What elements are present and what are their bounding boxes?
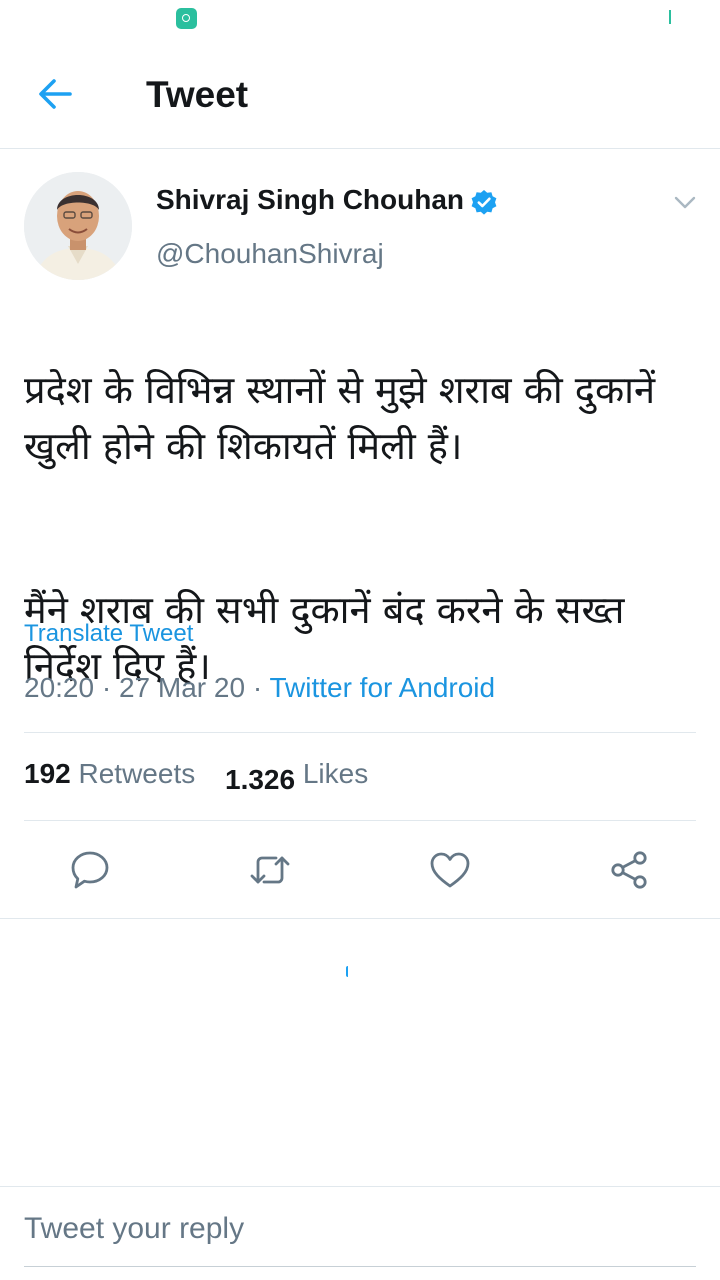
avatar-photo: [24, 172, 132, 280]
translate-tweet-link[interactable]: Translate Tweet: [24, 620, 193, 648]
reply-bar-divider: [0, 1186, 720, 1187]
top-app-bar: Tweet: [0, 40, 720, 149]
tweet-options-button[interactable]: [670, 188, 700, 216]
section-divider: [0, 918, 720, 919]
divider: [24, 732, 696, 733]
retweets-stat[interactable]: 192 Retweets: [24, 758, 195, 790]
retweets-count: 192: [24, 758, 71, 789]
reply-icon: [71, 851, 109, 889]
reply-input[interactable]: Tweet your reply: [24, 1212, 244, 1246]
tweet-source-link[interactable]: Twitter for Android: [269, 672, 495, 703]
author-name[interactable]: Shivraj Singh Chouhan: [156, 184, 464, 216]
tweet-action-bar: [0, 840, 720, 900]
avatar[interactable]: [24, 172, 132, 280]
like-button[interactable]: [428, 848, 472, 892]
author-handle[interactable]: @ChouhanShivraj: [156, 238, 384, 270]
like-icon: [430, 852, 470, 888]
back-arrow-icon: [39, 79, 72, 109]
retweets-label: Retweets: [78, 758, 196, 789]
likes-count: 1.326: [225, 764, 296, 795]
tweet-paragraph: प्रदेश के विभिन्न स्थानों से मुझे शराब क…: [24, 368, 656, 468]
chevron-down-icon: [674, 196, 696, 209]
signal-tick-icon: [669, 10, 671, 24]
share-button[interactable]: [608, 848, 652, 892]
likes-label: Likes: [302, 758, 369, 789]
status-bar: [0, 0, 720, 40]
back-button[interactable]: [30, 70, 82, 118]
tweet-date: 27 Mar 20: [118, 672, 246, 703]
meta-separator: ·: [101, 672, 112, 703]
verified-badge-icon: [471, 190, 497, 215]
meta-separator: ·: [252, 672, 263, 703]
page-title: Tweet: [146, 74, 249, 115]
tweet-detail-screen: Tweet Shivraj Singh Chouhan @ChouhanShiv…: [0, 0, 720, 1280]
share-icon: [611, 851, 647, 889]
tweet-time: 20:20: [24, 672, 95, 703]
reply-input-underline: [24, 1266, 696, 1267]
retweet-icon: [250, 856, 290, 884]
divider: [24, 820, 696, 821]
tweet-stats: 192 Retweets 1.326 Likes: [24, 758, 368, 795]
retweet-button[interactable]: [248, 848, 292, 892]
loading-spinner-icon: [346, 966, 351, 977]
reply-button[interactable]: [68, 848, 112, 892]
tweet-meta: 20:20 · 27 Mar 20 · Twitter for Android: [24, 672, 495, 704]
likes-stat[interactable]: 1.326 Likes: [225, 758, 368, 796]
chat-bubble-icon: [176, 8, 197, 29]
